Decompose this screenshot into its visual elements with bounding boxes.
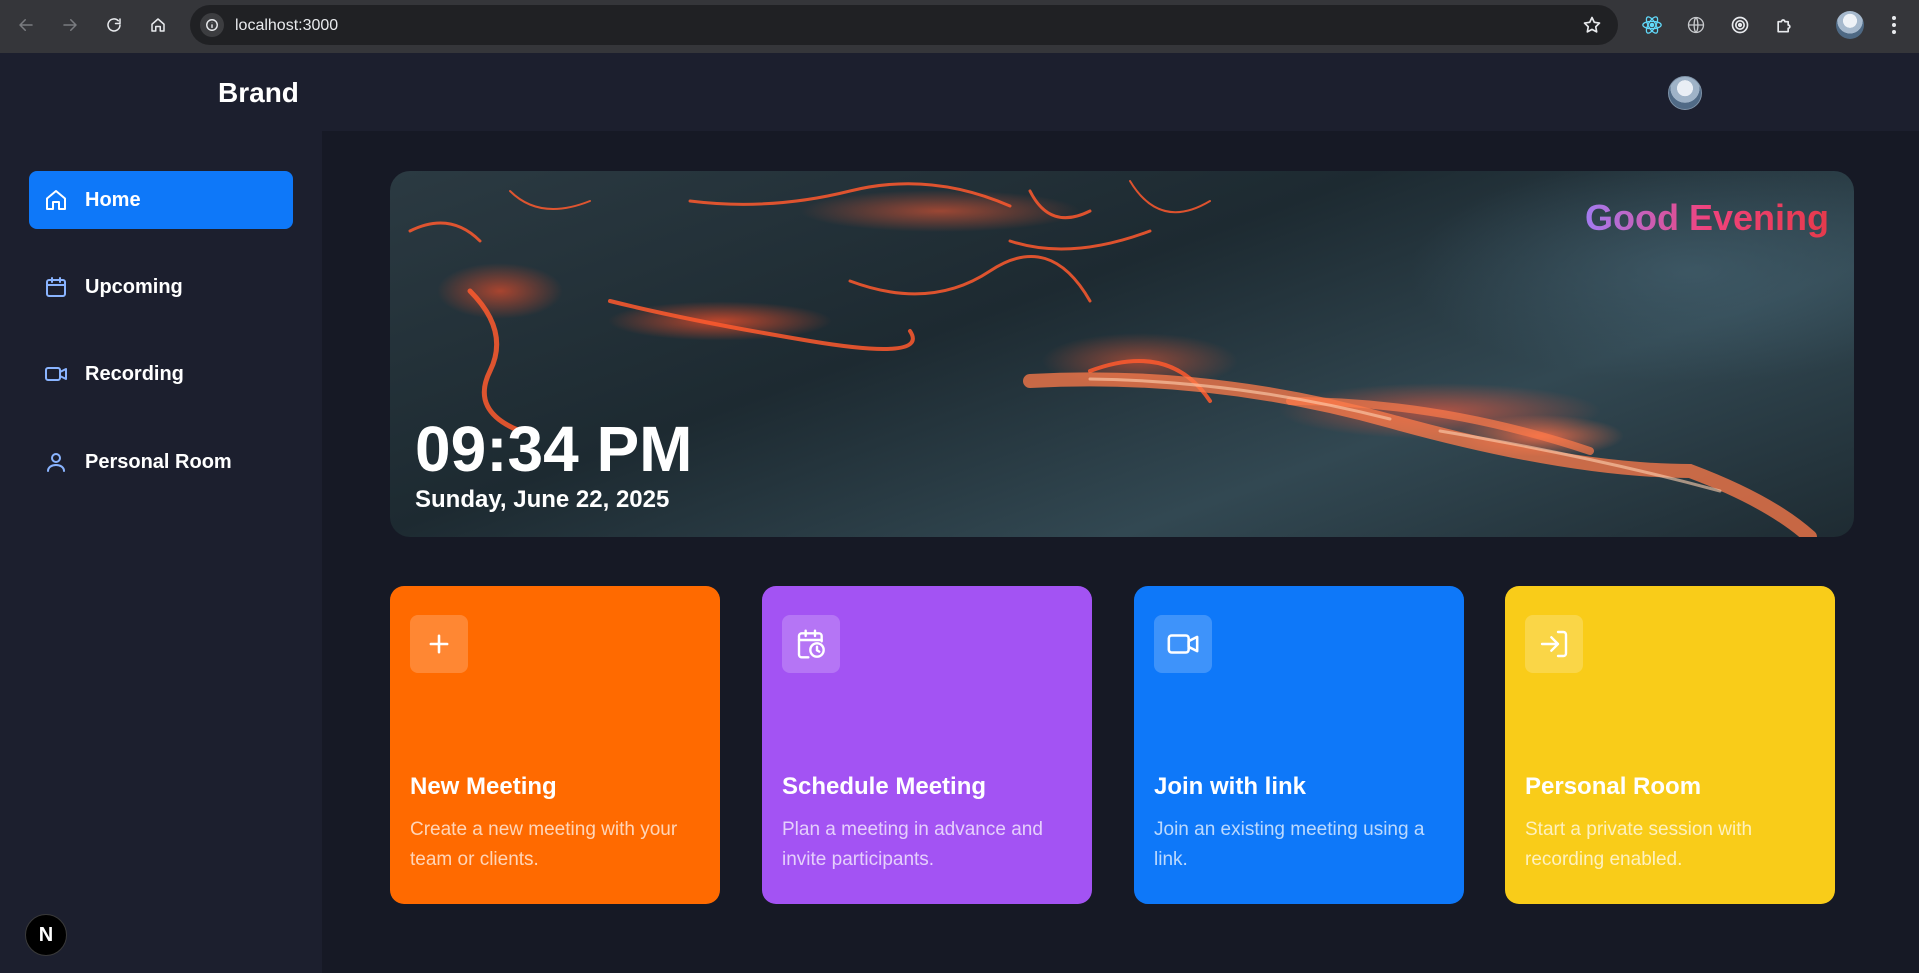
react-devtools-icon[interactable] [1640, 13, 1664, 37]
card-description: Plan a meeting in advance and invite par… [782, 819, 1043, 870]
back-button[interactable] [14, 13, 38, 37]
site-info-icon[interactable] [200, 13, 224, 37]
card-title: New Meeting [410, 773, 557, 800]
sidebar-item-recording[interactable]: Recording [29, 345, 293, 403]
main-content: Good Evening 09:34 PM Sunday, June 22, 2… [322, 131, 1919, 973]
sidebar: Home Upcoming Recording Personal Room [0, 131, 322, 973]
extensions-puzzle-icon[interactable] [1772, 13, 1796, 37]
card-title: Schedule Meeting [782, 773, 987, 800]
current-time: 09:34 PM [415, 413, 693, 485]
globe-extension-icon[interactable] [1684, 13, 1708, 37]
video-icon [1154, 615, 1212, 673]
browser-toolbar: localhost:3000 [0, 0, 1919, 53]
video-icon [45, 367, 67, 381]
sidebar-item-upcoming[interactable]: Upcoming [29, 258, 293, 316]
calendar-icon [46, 277, 66, 297]
plus-icon [410, 615, 468, 673]
app-navbar: Brand [0, 53, 1919, 131]
card-description: Start a private session with recording e… [1525, 819, 1753, 870]
hero-banner: Good Evening 09:34 PM Sunday, June 22, 2… [390, 171, 1854, 537]
personal-room-card[interactable]: Personal Room Start a private session wi… [1505, 586, 1835, 904]
browser-menu-icon[interactable] [1882, 13, 1906, 37]
sidebar-item-home[interactable]: Home [29, 171, 293, 229]
new-meeting-card[interactable]: New Meeting Create a new meeting with yo… [390, 586, 720, 904]
user-avatar[interactable] [1668, 76, 1702, 110]
sidebar-item-personal-room[interactable]: Personal Room [29, 433, 293, 491]
brand-logo[interactable]: Brand [218, 77, 299, 109]
address-bar[interactable]: localhost:3000 [190, 5, 1618, 45]
card-description: Join an existing meeting using a link. [1154, 819, 1425, 870]
reload-button[interactable] [102, 13, 126, 37]
join-with-link-card[interactable]: Join with link Join an existing meeting … [1134, 586, 1464, 904]
card-title: Join with link [1154, 773, 1307, 800]
nextjs-dev-badge[interactable]: N [25, 914, 67, 956]
card-description: Create a new meeting with your team or c… [410, 819, 678, 870]
sidebar-item-label: Upcoming [85, 276, 183, 298]
calendar-clock-icon [782, 615, 840, 673]
target-extension-icon[interactable] [1728, 13, 1752, 37]
sidebar-item-label: Personal Room [85, 451, 232, 473]
forward-button[interactable] [58, 13, 82, 37]
log-in-icon [1525, 615, 1583, 673]
home-icon [46, 190, 66, 210]
bookmark-star-icon[interactable] [1582, 15, 1602, 40]
schedule-meeting-card[interactable]: Schedule Meeting Plan a meeting in advan… [762, 586, 1092, 904]
user-icon [47, 453, 65, 472]
sidebar-item-label: Home [85, 189, 141, 211]
url-text: localhost:3000 [235, 17, 339, 34]
current-date: Sunday, June 22, 2025 [415, 486, 670, 513]
home-browser-button[interactable] [146, 13, 170, 37]
sidebar-item-label: Recording [85, 363, 184, 385]
profile-avatar[interactable] [1836, 11, 1864, 39]
greeting-text: Good Evening [1584, 197, 1829, 238]
card-title: Personal Room [1525, 773, 1702, 800]
